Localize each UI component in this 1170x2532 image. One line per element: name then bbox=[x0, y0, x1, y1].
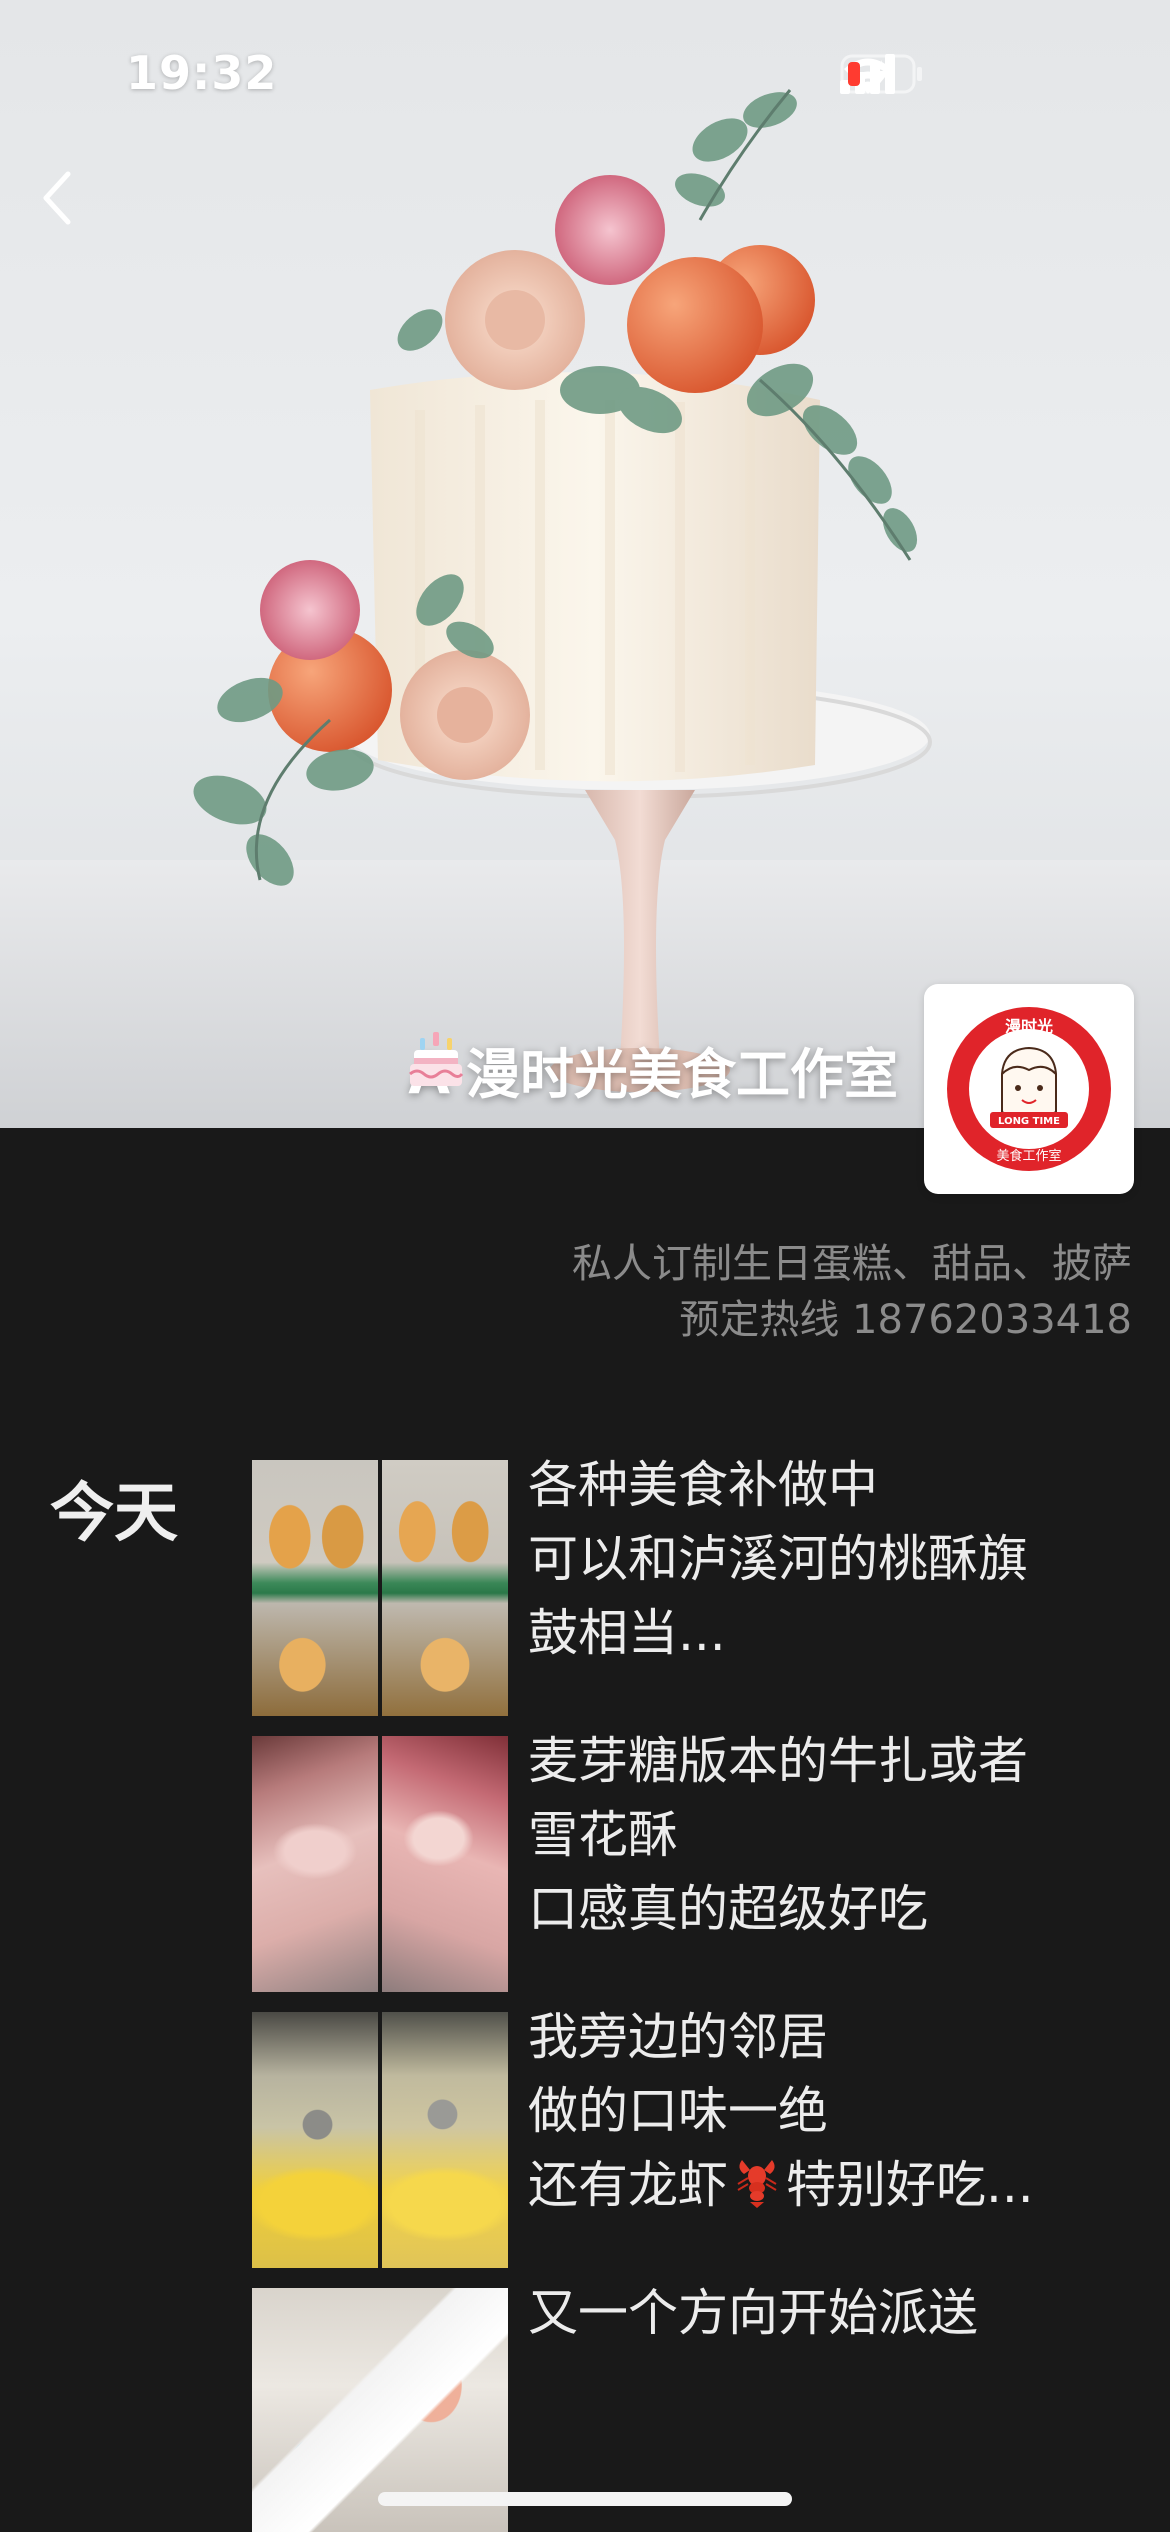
thumbnail-image bbox=[252, 2012, 378, 2268]
post-thumbnail bbox=[252, 2012, 508, 2268]
home-indicator[interactable] bbox=[378, 2492, 792, 2506]
thumbnail-image bbox=[382, 2012, 508, 2268]
back-button[interactable] bbox=[40, 170, 100, 240]
post-line-text: 还有龙虾 bbox=[528, 2156, 728, 2214]
post-line: 可以和泸溪河的桃酥旗 bbox=[528, 1530, 1028, 1588]
post-line: 做的口味一绝 bbox=[528, 2082, 828, 2140]
post-line: 各种美食补做中 bbox=[528, 1456, 878, 1514]
status-time: 19:32 bbox=[126, 46, 278, 100]
lobster-emoji-icon bbox=[732, 2154, 782, 2228]
avatar[interactable]: 漫时光 美食工作室 LONG TIME bbox=[924, 984, 1134, 1194]
logo-band-text: LONG TIME bbox=[998, 1116, 1060, 1127]
logo-bottom-text: 美食工作室 bbox=[996, 1148, 1061, 1164]
post-thumbnail bbox=[252, 1736, 508, 1992]
profile-bio: 私人订制生日蛋糕、甜品、披萨 预定热线 18762033418 bbox=[572, 1236, 1132, 1348]
post-text: 麦芽糖版本的牛扎或者 雪花酥 口感真的超级好吃 bbox=[528, 1724, 1128, 1946]
cover-photo[interactable]: 19:32 A bbox=[0, 0, 1170, 1128]
post-line: 口感真的超级好吃 bbox=[528, 1880, 928, 1938]
post-line: 麦芽糖版本的牛扎或者 bbox=[528, 1732, 1028, 1790]
post-line: 我旁边的邻居 bbox=[528, 2008, 828, 2066]
thumbnail-image bbox=[252, 1736, 378, 1992]
post-line: 又一个方向开始派送 bbox=[528, 2284, 978, 2342]
post-line: 雪花酥 bbox=[528, 1806, 678, 1864]
feed-post[interactable]: 各种美食补做中 可以和泸溪河的桃酥旗 鼓相当... bbox=[252, 1456, 1132, 1716]
status-icons bbox=[840, 54, 1090, 102]
thumbnail-image bbox=[382, 1460, 508, 1716]
feed-post[interactable]: 麦芽糖版本的牛扎或者 雪花酥 口感真的超级好吃 bbox=[252, 1732, 1132, 1992]
post-text: 各种美食补做中 可以和泸溪河的桃酥旗 鼓相当... bbox=[528, 1448, 1128, 1670]
bio-hotline: 预定热线 18762033418 bbox=[679, 1297, 1132, 1343]
bio-line: 私人订制生日蛋糕、甜品、披萨 bbox=[572, 1241, 1132, 1287]
profile-name: A 漫时光美食工作室 bbox=[408, 1030, 898, 1109]
brand-logo: 漫时光 美食工作室 LONG TIME bbox=[947, 1007, 1111, 1171]
logo-top-text: 漫时光 bbox=[1005, 1017, 1053, 1036]
post-text: 我旁边的邻居 做的口味一绝 还有龙虾 特别好吃... bbox=[528, 2000, 1128, 2228]
thumbnail-image bbox=[382, 1736, 508, 1992]
post-line-text: 特别好吃... bbox=[786, 2156, 1034, 2214]
battery-charging-icon bbox=[840, 54, 922, 94]
post-text: 又一个方向开始派送 bbox=[528, 2276, 1128, 2350]
day-label: 今天 bbox=[50, 1477, 178, 1551]
chevron-left-icon bbox=[43, 171, 71, 225]
post-thumbnail bbox=[252, 1460, 508, 1716]
feed-post[interactable]: 我旁边的邻居 做的口味一绝 还有龙虾 特别好吃... bbox=[252, 2008, 1132, 2268]
post-line: 还有龙虾 特别好吃... bbox=[528, 2148, 1128, 2228]
cake-illustration bbox=[0, 89, 1170, 1128]
post-line: 鼓相当... bbox=[528, 1604, 726, 1662]
thumbnail-image bbox=[252, 1460, 378, 1716]
title-text: 漫时光美食工作室 bbox=[466, 1043, 898, 1106]
